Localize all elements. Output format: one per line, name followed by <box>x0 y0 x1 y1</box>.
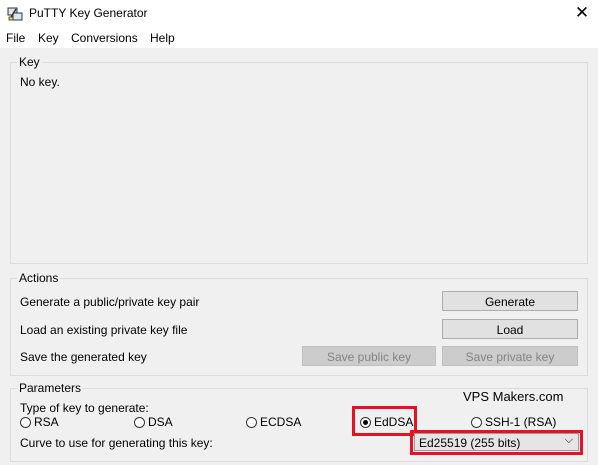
radio-rsa-indicator[interactable] <box>20 416 31 428</box>
radio-ecdsa-indicator[interactable] <box>246 416 257 428</box>
generate-description: Generate a public/private key pair <box>20 295 200 309</box>
curve-highlight-box <box>410 430 583 455</box>
load-button[interactable]: Load <box>442 319 578 339</box>
generate-button[interactable]: Generate <box>442 291 578 311</box>
radio-ssh1-rsa[interactable]: SSH-1 (RSA) <box>471 414 556 430</box>
actions-group-legend: Actions <box>17 271 61 285</box>
menu-help[interactable]: Help <box>150 31 175 45</box>
radio-ecdsa[interactable]: ECDSA <box>246 414 301 430</box>
radio-ssh1-rsa-indicator[interactable] <box>471 416 482 428</box>
key-group-legend: Key <box>17 55 42 69</box>
save-description: Save the generated key <box>20 350 147 364</box>
key-group <box>10 62 588 264</box>
save-public-key-button[interactable]: Save public key <box>302 346 436 366</box>
radio-dsa-label: DSA <box>148 415 173 429</box>
radio-rsa[interactable]: RSA <box>20 414 59 430</box>
key-type-label: Type of key to generate: <box>20 401 149 415</box>
key-status-text: No key. <box>20 75 60 89</box>
radio-rsa-label: RSA <box>34 415 59 429</box>
menu-conversions[interactable]: Conversions <box>71 31 138 45</box>
radio-ssh1-rsa-label: SSH-1 (RSA) <box>485 415 557 429</box>
eddsa-highlight-box <box>352 406 417 436</box>
menu-file[interactable]: File <box>6 31 25 45</box>
menu-key[interactable]: Key <box>38 31 59 45</box>
watermark-text: VPS Makers.com <box>463 389 564 404</box>
title-bar: PuTTY Key Generator ✕ <box>0 0 598 27</box>
save-private-key-button[interactable]: Save private key <box>442 346 578 366</box>
putty-app-icon <box>7 7 23 21</box>
curve-label: Curve to use for generating this key: <box>20 436 213 450</box>
radio-ecdsa-label: ECDSA <box>260 415 302 429</box>
radio-dsa[interactable]: DSA <box>134 414 173 430</box>
window-title: PuTTY Key Generator <box>29 6 148 20</box>
radio-dsa-indicator[interactable] <box>134 416 145 428</box>
menu-bar: File Key Conversions Help <box>0 27 598 48</box>
load-description: Load an existing private key file <box>20 323 188 337</box>
parameters-group-legend: Parameters <box>17 381 84 395</box>
close-icon[interactable]: ✕ <box>568 2 596 24</box>
